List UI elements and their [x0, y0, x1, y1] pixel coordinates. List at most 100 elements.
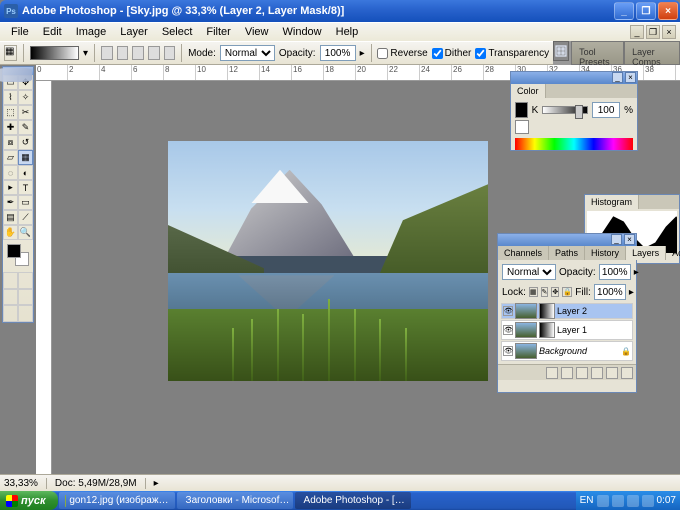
- tab-actions[interactable]: Actions: [666, 246, 680, 260]
- clone-stamp-tool[interactable]: ⧇: [3, 135, 18, 150]
- notes-tool[interactable]: ▤: [3, 210, 18, 225]
- layer-mask-button[interactable]: [561, 367, 573, 379]
- color-slider[interactable]: [542, 106, 588, 114]
- menu-file[interactable]: File: [4, 24, 36, 40]
- lock-transparency-button[interactable]: ▦: [529, 287, 538, 297]
- crop-tool[interactable]: ⬚: [3, 105, 18, 120]
- history-brush-tool[interactable]: ↺: [18, 135, 33, 150]
- slice-tool[interactable]: ✂: [18, 105, 33, 120]
- close-button[interactable]: ×: [658, 2, 678, 20]
- fill-input[interactable]: [594, 284, 626, 300]
- language-indicator[interactable]: EN: [580, 495, 594, 506]
- menu-edit[interactable]: Edit: [36, 24, 69, 40]
- tray-icon[interactable]: [612, 495, 624, 507]
- lock-all-button[interactable]: 🔒: [562, 287, 572, 297]
- tray-icon[interactable]: [597, 495, 609, 507]
- mode-select[interactable]: Normal: [220, 45, 275, 61]
- tray-icon[interactable]: [642, 495, 654, 507]
- delete-layer-button[interactable]: [621, 367, 633, 379]
- quickmask-mode-button[interactable]: [18, 272, 33, 289]
- gradient-type-radial[interactable]: [117, 46, 129, 60]
- menu-help[interactable]: Help: [329, 24, 366, 40]
- menu-layer[interactable]: Layer: [113, 24, 155, 40]
- layer-row[interactable]: 👁 Layer 1: [501, 320, 633, 340]
- blend-mode-select[interactable]: Normal: [502, 264, 556, 280]
- layer-mask-thumbnail[interactable]: [539, 322, 555, 338]
- minimize-button[interactable]: _: [614, 2, 634, 20]
- lock-pixels-button[interactable]: ✎: [541, 287, 549, 297]
- dither-checkbox[interactable]: Dither: [432, 48, 472, 59]
- layer-thumbnail[interactable]: [515, 322, 537, 338]
- tab-histogram[interactable]: Histogram: [585, 195, 639, 209]
- foreground-color-swatch[interactable]: [7, 244, 21, 258]
- clock[interactable]: 0:07: [657, 495, 676, 506]
- pen-tool[interactable]: ✒: [3, 195, 18, 210]
- visibility-icon[interactable]: 👁: [503, 306, 513, 316]
- dodge-tool[interactable]: ◐: [18, 165, 33, 180]
- tab-color[interactable]: Color: [511, 84, 546, 98]
- lock-position-button[interactable]: ✥: [551, 287, 559, 297]
- gradient-type-angle[interactable]: [132, 46, 144, 60]
- screen-mode-3-button[interactable]: [3, 305, 18, 322]
- dock-tab-tool-presets[interactable]: Tool Presets: [571, 41, 624, 65]
- layer-name[interactable]: Layer 2: [557, 306, 631, 316]
- type-tool[interactable]: T: [18, 180, 33, 195]
- layer-thumbnail[interactable]: [515, 303, 537, 319]
- maximize-button[interactable]: ❐: [636, 2, 656, 20]
- imageready-button[interactable]: [18, 305, 33, 322]
- gradient-type-diamond[interactable]: [164, 46, 176, 60]
- lasso-tool[interactable]: ⌇: [3, 90, 18, 105]
- visibility-icon[interactable]: 👁: [503, 325, 513, 335]
- tab-history[interactable]: History: [585, 246, 626, 260]
- layer-style-button[interactable]: [546, 367, 558, 379]
- zoom-level[interactable]: 33,33%: [4, 478, 47, 489]
- menu-filter[interactable]: Filter: [199, 24, 237, 40]
- screen-mode-1-button[interactable]: [3, 289, 18, 306]
- color-spectrum-ramp[interactable]: [515, 138, 633, 150]
- color-swatch-bg[interactable]: [515, 120, 529, 134]
- panel-close-button[interactable]: ×: [625, 72, 636, 83]
- reverse-checkbox[interactable]: Reverse: [377, 48, 427, 59]
- new-layer-button[interactable]: [606, 367, 618, 379]
- panel-minimize-button[interactable]: _: [611, 234, 622, 245]
- dock-tab-layer-comps[interactable]: Layer Comps: [624, 41, 680, 65]
- tab-paths[interactable]: Paths: [549, 246, 585, 260]
- doc-restore-button[interactable]: ❐: [646, 25, 660, 39]
- gradient-type-linear[interactable]: [101, 46, 113, 60]
- chevron-down-icon[interactable]: ▾: [83, 48, 88, 59]
- brush-tool[interactable]: ✎: [18, 120, 33, 135]
- taskbar-item[interactable]: gon12.jpg (изображ…: [59, 492, 175, 509]
- chevron-right-icon[interactable]: ▸: [629, 287, 634, 298]
- blur-tool[interactable]: ◌: [3, 165, 18, 180]
- taskbar-item[interactable]: Заголовки - Microsof…: [177, 492, 293, 509]
- layer-name[interactable]: Background: [539, 346, 619, 356]
- hand-tool[interactable]: ✋: [3, 225, 18, 240]
- adjustment-layer-button[interactable]: [591, 367, 603, 379]
- screen-mode-2-button[interactable]: [18, 289, 33, 306]
- opacity-input[interactable]: [320, 45, 356, 61]
- gradient-tool[interactable]: ▦: [18, 150, 33, 165]
- layer-thumbnail[interactable]: [515, 343, 537, 359]
- eyedropper-tool[interactable]: ⟋: [18, 210, 33, 225]
- menu-view[interactable]: View: [238, 24, 276, 40]
- visibility-icon[interactable]: 👁: [503, 346, 513, 356]
- magic-wand-tool[interactable]: ✧: [18, 90, 33, 105]
- menu-window[interactable]: Window: [276, 24, 329, 40]
- tray-icon[interactable]: [627, 495, 639, 507]
- gradient-type-reflected[interactable]: [148, 46, 160, 60]
- palette-well-icon[interactable]: [553, 41, 569, 61]
- layer-mask-thumbnail[interactable]: [539, 303, 555, 319]
- layer-row[interactable]: 👁 Layer 2: [501, 303, 633, 319]
- eraser-tool[interactable]: ▱: [3, 150, 18, 165]
- panel-minimize-button[interactable]: _: [612, 72, 623, 83]
- layer-row[interactable]: 👁 Background 🔒: [501, 341, 633, 361]
- chevron-right-icon[interactable]: ▸: [634, 267, 639, 278]
- shape-tool[interactable]: ▭: [18, 195, 33, 210]
- doc-close-button[interactable]: ×: [662, 25, 676, 39]
- doc-minimize-button[interactable]: _: [630, 25, 644, 39]
- standard-mode-button[interactable]: [3, 272, 18, 289]
- layer-opacity-input[interactable]: [599, 264, 631, 280]
- new-set-button[interactable]: [576, 367, 588, 379]
- transparency-checkbox[interactable]: Transparency: [475, 48, 549, 59]
- tab-layers[interactable]: Layers: [626, 246, 666, 260]
